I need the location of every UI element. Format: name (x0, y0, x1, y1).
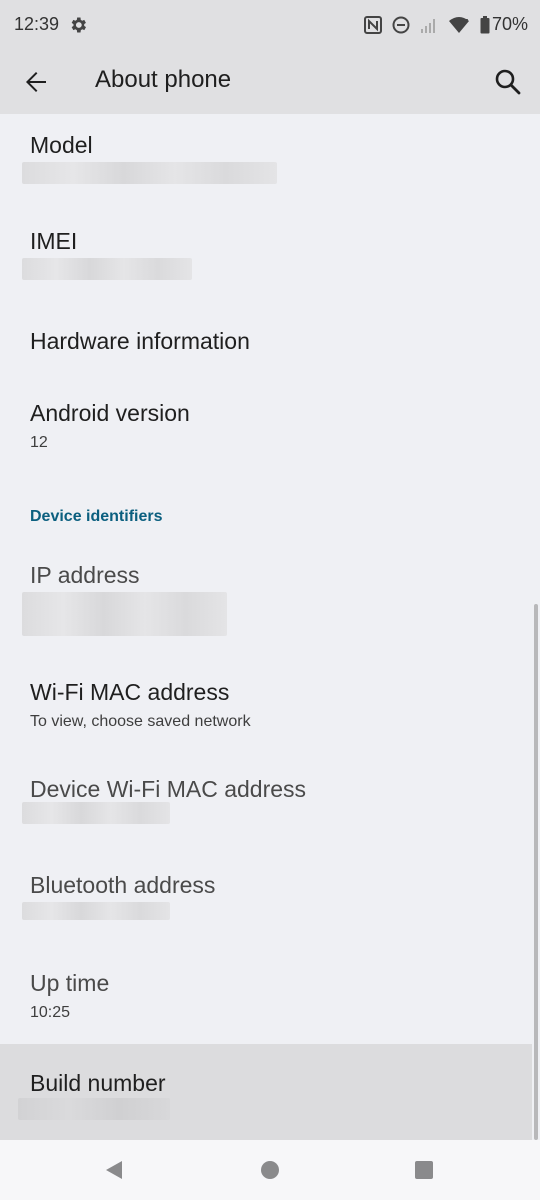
list-item-ip-address[interactable]: IP address (0, 544, 540, 652)
item-value: 12 (30, 434, 48, 451)
list-item-imei[interactable]: IMEI (0, 210, 540, 306)
list-item-android-version[interactable]: Android version 12 (0, 378, 540, 478)
arrow-back-icon[interactable] (20, 66, 52, 98)
list-item-model[interactable]: Model (0, 114, 540, 210)
settings-list: Model IMEI Hardware information Android … (0, 114, 540, 1140)
redacted-value (18, 1098, 170, 1120)
item-title: Bluetooth address (30, 872, 216, 898)
list-item-device-wifi-mac-address[interactable]: Device Wi-Fi MAC address (0, 750, 540, 846)
item-value: 10:25 (30, 1004, 71, 1021)
item-title: Hardware information (30, 328, 250, 354)
status-bar: 12:39 70% (0, 0, 540, 50)
home-circle-icon[interactable] (258, 1158, 282, 1182)
redacted-value (22, 802, 170, 824)
item-title: Android version (30, 400, 190, 426)
battery-icon (480, 15, 490, 33)
back-triangle-icon[interactable] (102, 1158, 126, 1182)
list-item-up-time[interactable]: Up time 10:25 (0, 944, 540, 1044)
app-bar: About phone (0, 50, 540, 114)
list-item-bluetooth-address[interactable]: Bluetooth address (0, 846, 540, 942)
list-item-hardware-information[interactable]: Hardware information (0, 306, 540, 378)
do-not-disturb-icon (392, 16, 410, 33)
item-title: Model (30, 132, 93, 158)
search-icon[interactable] (492, 66, 524, 98)
redacted-value (22, 592, 227, 636)
item-title: Wi-Fi MAC address (30, 679, 230, 705)
item-title: Up time (30, 970, 110, 996)
nfc-icon (363, 15, 382, 34)
item-title: Build number (30, 1070, 166, 1096)
item-title: IP address (30, 562, 140, 588)
redacted-value (22, 162, 277, 184)
item-title: Device Wi-Fi MAC address (30, 776, 307, 802)
page-title: About phone (95, 66, 232, 93)
list-item-wifi-mac-address[interactable]: Wi-Fi MAC address To view, choose saved … (0, 654, 540, 750)
status-icons: 70% (363, 14, 528, 35)
signal-icon (420, 18, 435, 33)
scrollbar[interactable] (534, 604, 538, 1140)
redacted-value (22, 258, 192, 280)
gear-icon (71, 17, 86, 33)
recents-square-icon[interactable] (412, 1158, 436, 1182)
battery-percent: 70% (491, 14, 528, 34)
redacted-value (22, 902, 170, 920)
list-item-build-number[interactable]: Build number (0, 1044, 532, 1140)
section-header-device-identifiers: Device identifiers (30, 508, 163, 525)
wifi-icon (448, 16, 469, 33)
navigation-bar (0, 1140, 540, 1200)
item-value: To view, choose saved network (30, 713, 251, 730)
status-time: 12:39 (14, 14, 60, 34)
item-title: IMEI (30, 228, 78, 254)
